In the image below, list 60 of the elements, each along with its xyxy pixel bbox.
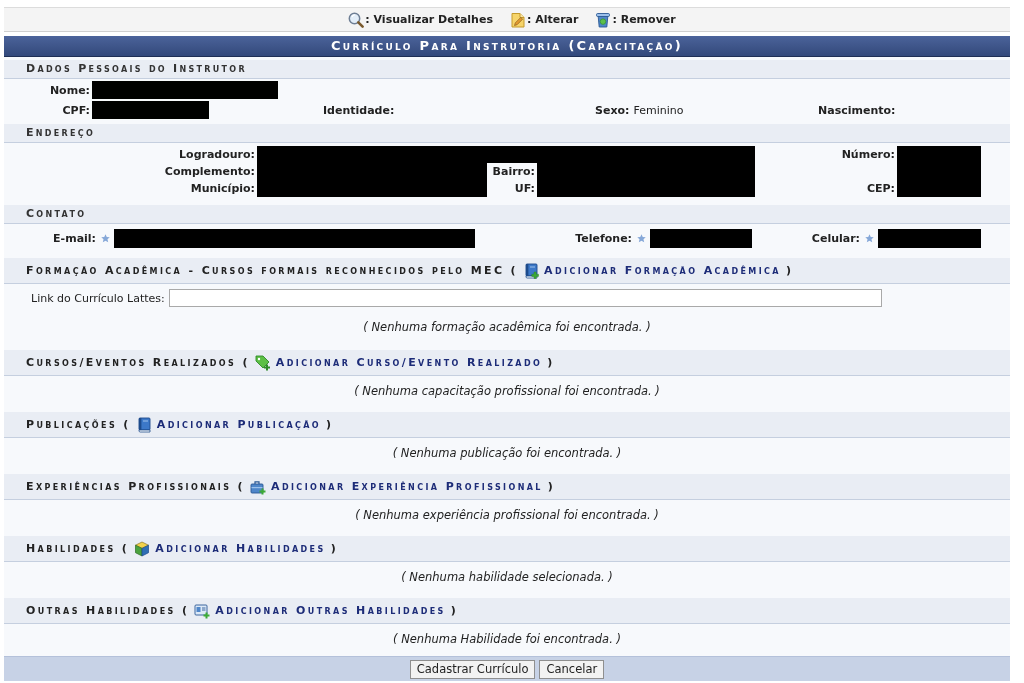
field-label: E-mail: (52, 231, 97, 245)
field-label: Link do Currículo Lattes: (31, 291, 165, 305)
field-label: CPF: (61, 103, 91, 117)
field-label: Logradouro: (178, 147, 256, 163)
closing-paren: ) (547, 356, 555, 369)
section-heading: Publicações ( (26, 418, 131, 431)
cancel-button[interactable]: Cancelar (539, 659, 605, 679)
section-heading: Outras Habilidades ( (26, 604, 190, 617)
field-label: Bairro: (491, 164, 536, 180)
field-label: Telefone: (574, 231, 633, 245)
field-label: Número: (840, 147, 896, 163)
empty-message: ( Nenhuma formação acadêmica foi encontrada. ) (362, 319, 652, 336)
register-button[interactable]: Cadastrar Currículo (409, 659, 536, 679)
field-label: Complemento: (163, 164, 256, 180)
document-pencil-icon (509, 11, 526, 28)
field-label: CEP: (865, 181, 896, 197)
section-heading: Dados Pessoais do Instrutor (4, 60, 1010, 79)
book-icon (135, 416, 152, 433)
field-label: Sexo: (595, 103, 630, 117)
card-plus-icon (194, 602, 211, 619)
section-heading: Experiências Profissionais ( (26, 480, 246, 493)
closing-paren: ) (450, 604, 459, 617)
legend-label: : Alterar (526, 13, 579, 26)
tag-plus-icon (254, 354, 271, 371)
add-link[interactable]: Adicionar Experiência Profissional (271, 480, 543, 493)
section-heading: Formação Acadêmica - Cursos formais reconhecidos pelo MEC ( (26, 264, 519, 277)
field-label: UF: (513, 181, 536, 197)
empty-message: ( Nenhuma Habilidade foi encontrada. ) (392, 631, 622, 648)
closing-paren: ) (326, 418, 334, 431)
input-field[interactable] (168, 289, 882, 307)
field-label: Nascimento: (818, 103, 896, 117)
closing-paren: ) (785, 264, 794, 277)
cube-icon (134, 540, 151, 557)
legend-label: : Remover (612, 13, 676, 26)
legend-label: : Visualizar Detalhes (365, 13, 493, 26)
briefcase-plus-icon (250, 478, 267, 495)
section-heading: Cursos/Eventos Realizados ( (26, 356, 250, 369)
closing-paren: ) (547, 480, 556, 493)
field-label: Nome: (48, 83, 91, 97)
field-label: Celular: (810, 231, 861, 245)
add-link[interactable]: Adicionar Curso/Evento Realizado (275, 356, 543, 369)
empty-message: ( Nenhuma experiência profissional foi encontrada. ) (354, 507, 660, 524)
add-link[interactable]: Adicionar Outras Habilidades (215, 604, 446, 617)
add-link[interactable]: Adicionar Habilidades (155, 542, 326, 555)
field-label: Município: (189, 181, 256, 197)
empty-message: ( Nenhuma habilidade selecionada. ) (400, 569, 614, 586)
book-plus-icon (523, 262, 540, 279)
add-link[interactable]: Adicionar Publicação (156, 418, 322, 431)
field-value: Feminino (633, 103, 684, 117)
magnifier-icon (348, 11, 365, 28)
add-link[interactable]: Adicionar Formação Acadêmica (544, 264, 781, 277)
empty-message: ( Nenhuma capacitação profissional foi encontrada. ) (353, 383, 661, 400)
closing-paren: ) (330, 542, 339, 555)
section-heading: Habilidades ( (26, 542, 130, 555)
trash-can-icon (595, 11, 612, 28)
section-heading: Contato (4, 205, 1010, 224)
empty-message: ( Nenhuma publicação foi encontrada. ) (391, 445, 623, 462)
field-label: Identidade: (323, 103, 395, 117)
form-title: Currículo Para Instrutoria (Capacitação) (4, 36, 1010, 57)
section-heading: Endereço (4, 124, 1010, 143)
